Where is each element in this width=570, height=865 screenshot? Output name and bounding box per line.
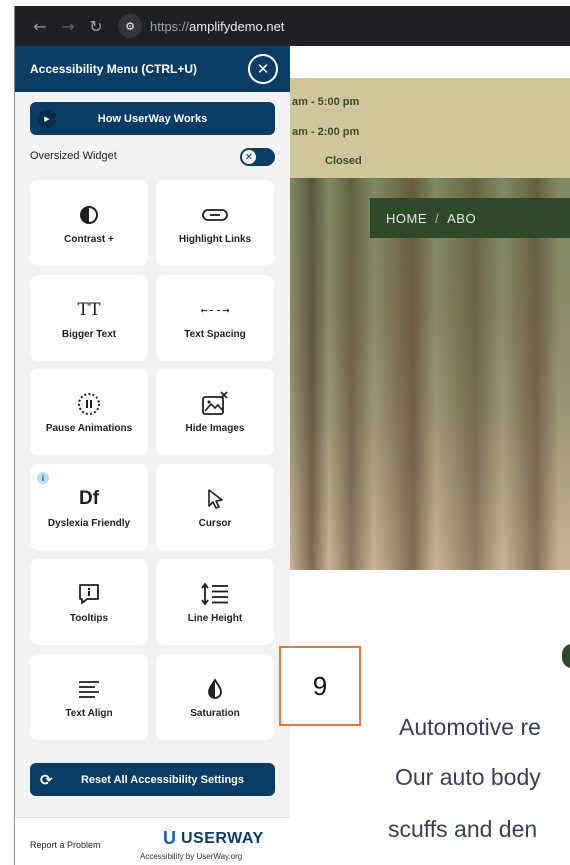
tile-label: Pause Animations [45, 422, 133, 434]
tile-label: Text Spacing [184, 328, 246, 340]
how-button-label: How UserWay Works [97, 112, 208, 125]
address-bar[interactable]: ⚙ https:// amplifydemo.net [118, 12, 570, 40]
userway-tagline: Accessibility by UserWay.org [140, 852, 243, 861]
text-spacing-tile[interactable]: ←--→ Text Spacing [156, 275, 274, 361]
tile-label: Bigger Text [61, 328, 117, 340]
forward-icon[interactable]: → [54, 17, 82, 36]
business-hours: am - 5:00 pm am - 2:00 pm Closed [290, 78, 570, 178]
oversized-widget-label: Oversized Widget [30, 150, 117, 162]
body-text-line: scuffs and den [388, 816, 538, 842]
how-userway-works-button[interactable]: ▶ How UserWay Works [30, 102, 275, 135]
close-button[interactable]: ✕ [248, 54, 278, 84]
panel-footer: Report a Problem U USERWAY Accessibility… [15, 817, 290, 865]
tile-label: Cursor [198, 517, 232, 529]
userway-wordmark: USERWAY [181, 829, 264, 847]
site-nav: HOME / ABO [370, 198, 570, 238]
tile-label: Line Height [187, 612, 243, 624]
hero-image: HOME / ABO [290, 178, 570, 570]
tile-label: Dyslexia Friendly [47, 517, 131, 529]
dyslexia-friendly-tile[interactable]: i Df Dyslexia Friendly [30, 464, 148, 550]
url-host: amplifydemo.net [189, 18, 285, 34]
contrast-icon [79, 202, 99, 228]
hide-images-icon [201, 390, 229, 417]
line-height-icon [200, 581, 230, 607]
tile-label: Hide Images [185, 422, 245, 434]
tile-label: Contrast + [64, 233, 114, 245]
pause-animations-tile[interactable]: Pause Animations [30, 369, 148, 455]
cursor-tile[interactable]: Cursor [156, 464, 274, 550]
userway-logo[interactable]: U USERWAY [163, 828, 264, 849]
text-align-icon [77, 676, 101, 702]
toggle-off-icon: ✕ [242, 150, 256, 164]
body-text-line: Our auto body [395, 764, 541, 790]
dyslexia-icon: Df [79, 486, 99, 512]
green-circle [562, 644, 570, 668]
step-number: 9 [312, 670, 328, 701]
info-icon[interactable]: i [37, 472, 49, 484]
bigger-text-glyph: TT [77, 299, 101, 320]
reset-icon: ⟳ [40, 771, 53, 789]
panel-title: Accessibility Menu (CTRL+U) [30, 62, 198, 76]
body-text-line: Automotive re [399, 714, 541, 740]
line-height-tile[interactable]: Line Height [156, 559, 274, 645]
text-spacing-icon: ←--→ [201, 297, 230, 323]
website-content: am - 5:00 pm am - 2:00 pm Closed HOME / … [290, 46, 570, 865]
text-spacing-glyph: ←--→ [200, 302, 230, 317]
tile-label: Highlight Links [178, 233, 252, 245]
bigger-text-icon: TT [78, 297, 101, 323]
tile-label: Tooltips [69, 612, 109, 624]
link-icon [201, 202, 229, 228]
oversized-widget-toggle[interactable]: ✕ [240, 148, 275, 166]
hours-row: Closed [325, 155, 362, 167]
browser-toolbar: ← → ↻ ⚙ https:// amplifydemo.net [14, 6, 570, 46]
back-icon[interactable]: ← [26, 17, 54, 36]
hours-row: am - 5:00 pm [292, 96, 360, 108]
tile-label: Text Align [65, 707, 113, 719]
bigger-text-tile[interactable]: TT Bigger Text [30, 275, 148, 361]
userway-u-icon: U [163, 828, 176, 848]
step-number-callout: 9 [279, 646, 361, 726]
nav-home[interactable]: HOME [386, 211, 427, 226]
reset-button-label: Reset All Accessibility Settings [80, 773, 245, 786]
highlight-links-tile[interactable]: Highlight Links [156, 180, 274, 266]
hours-row: am - 2:00 pm [292, 126, 360, 138]
nav-separator: / [435, 210, 440, 226]
report-problem-link[interactable]: Report a Problem [30, 840, 101, 850]
hide-images-tile[interactable]: Hide Images [156, 369, 274, 455]
reload-icon[interactable]: ↻ [82, 17, 110, 36]
cursor-icon [205, 486, 225, 512]
pause-animations-icon [77, 391, 101, 417]
url-scheme: https:// [150, 18, 190, 34]
dyslexia-glyph: Df [78, 487, 100, 509]
saturation-icon [206, 676, 224, 702]
tooltips-tile[interactable]: Tooltips [30, 559, 148, 645]
saturation-tile[interactable]: Saturation [156, 654, 274, 740]
play-icon: ▶ [38, 110, 56, 128]
text-align-tile[interactable]: Text Align [30, 654, 148, 740]
tile-label: Saturation [190, 707, 240, 719]
reset-settings-button[interactable]: ⟳ Reset All Accessibility Settings [30, 763, 275, 796]
accessibility-panel: Accessibility Menu (CTRL+U) ✕ ▶ How User… [15, 46, 290, 865]
tooltips-icon [77, 581, 101, 607]
site-info-icon[interactable]: ⚙ [118, 14, 142, 38]
nav-about[interactable]: ABO [447, 211, 476, 226]
contrast-tile[interactable]: Contrast + [30, 180, 148, 266]
close-icon: ✕ [256, 60, 270, 78]
